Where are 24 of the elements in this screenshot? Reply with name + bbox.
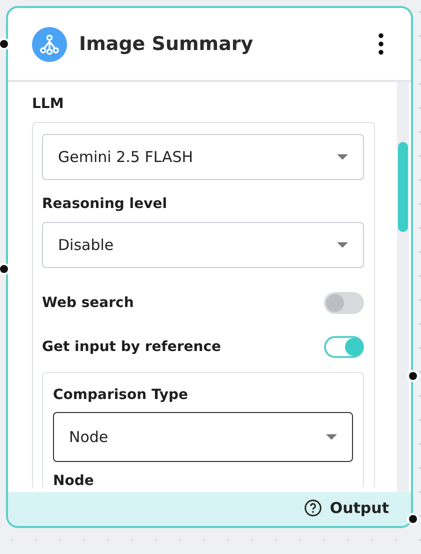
output-label: Output [330,499,389,517]
caret-icon [337,154,348,160]
field-label: Node [53,473,95,489]
field-label: Reasoning level [42,196,168,212]
field-label: Get input by reference [42,339,222,355]
branch-icon [32,26,67,62]
connection-port[interactable] [407,370,419,382]
field-label: Comparison Type [53,387,189,403]
dropdown-field[interactable]: Node [53,412,353,462]
scrollbar[interactable] [397,82,409,492]
help-icon[interactable] [304,499,322,517]
node-title: Image Summary [79,33,254,55]
field-label: Web search [42,295,134,311]
more-options-icon[interactable] [377,32,385,56]
field-label: LLM [32,96,65,112]
caret-icon [326,434,337,440]
dropdown-field[interactable]: Gemini 2.5 FLASH [42,134,364,180]
toggle-switch[interactable] [324,336,364,358]
connection-port[interactable] [0,263,10,275]
caret-icon [337,242,348,248]
connection-port[interactable] [0,38,10,50]
toggle-switch[interactable] [324,292,364,314]
dropdown-field[interactable]: Disable [42,222,364,268]
connection-port[interactable] [407,513,419,525]
